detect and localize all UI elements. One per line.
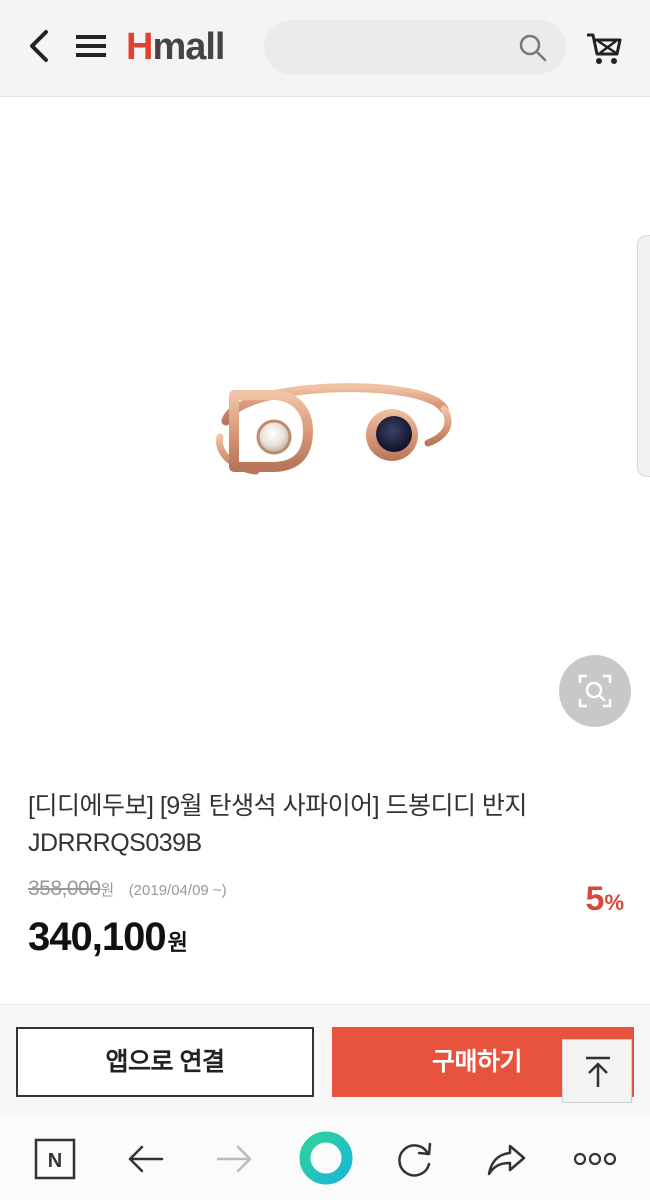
share-icon [487, 1144, 526, 1176]
home-ring-icon [299, 1131, 353, 1185]
product-title: [디디에두보] [9월 탄생석 사파이어] 드봉디디 반지 JDRRRQS039… [28, 788, 628, 862]
browser-nav-bar: N [0, 1118, 650, 1200]
logo-rest: mall [152, 26, 225, 68]
arrow-up-icon [586, 1056, 610, 1087]
browser-forward-icon [216, 1145, 252, 1173]
sale-price-currency: 원 [167, 930, 188, 955]
product-image-ring[interactable] [196, 359, 464, 499]
browser-back-icon [128, 1145, 164, 1173]
browser-forward-button[interactable] [212, 1136, 258, 1182]
home-button[interactable] [298, 1130, 354, 1186]
zoom-icon [578, 674, 612, 708]
refresh-icon [398, 1142, 432, 1177]
hmall-logo[interactable]: Hmall [126, 22, 226, 72]
scroll-to-top-button[interactable] [562, 1039, 632, 1103]
product-code: JDRRRQS039B [28, 829, 202, 857]
top-header: Hmall [0, 0, 650, 97]
discount-value: 5 [585, 880, 605, 918]
product-image-area [0, 97, 650, 747]
browser-back-button[interactable] [122, 1136, 168, 1182]
cart-button[interactable] [584, 28, 624, 68]
back-arrow-icon [30, 30, 48, 62]
naver-n-icon: N [34, 1138, 76, 1180]
purchase-action-bar: 앱으로 연결 구매하기 [0, 1004, 650, 1117]
search-icon[interactable] [518, 33, 548, 63]
more-options-button[interactable] [572, 1136, 618, 1182]
cart-icon [587, 33, 622, 64]
logo-h: H [126, 26, 153, 68]
discount-unit: % [604, 890, 624, 915]
discount-rate: 5% [586, 880, 624, 919]
app-connect-button[interactable]: 앱으로 연결 [16, 1027, 314, 1097]
hamburger-menu-icon [76, 35, 106, 57]
side-scroll-tab[interactable] [637, 235, 650, 477]
more-dots-icon [573, 1152, 617, 1166]
original-price-row: 358,000원 (2019/04/09 ~) [28, 874, 227, 904]
price-date: (2019/04/09 ~) [128, 882, 227, 899]
original-price-currency: 원 [100, 882, 115, 899]
sale-price: 340,100 [28, 915, 167, 959]
zoom-button[interactable] [559, 655, 631, 727]
product-title-line1: [디디에두보] [9월 탄생석 사파이어] 드봉디디 반지 [28, 792, 527, 820]
share-button[interactable] [484, 1136, 530, 1182]
original-price: 358,000 [28, 877, 101, 900]
naver-n-label: N [48, 1150, 62, 1172]
naver-n-button[interactable]: N [32, 1136, 78, 1182]
back-button[interactable] [24, 26, 56, 66]
sale-price-row: 340,100원 [28, 912, 188, 962]
menu-button[interactable] [74, 30, 108, 62]
refresh-button[interactable] [392, 1136, 438, 1182]
search-input[interactable] [264, 20, 566, 74]
